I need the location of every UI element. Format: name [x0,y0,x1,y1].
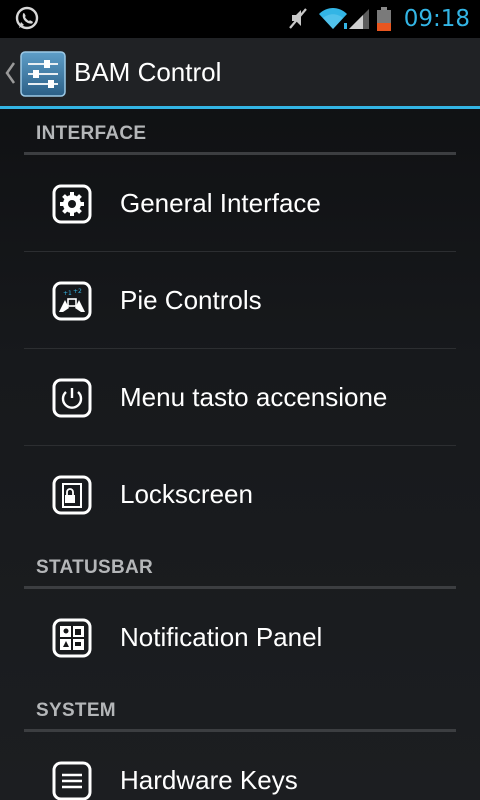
lockscreen-icon [52,475,92,515]
list-item-hardware-keys[interactable]: Hardware Keys [24,732,456,800]
pie-controls-icon: +1 +2 [52,281,92,321]
up-caret-icon[interactable] [4,60,16,86]
battery-icon [376,0,392,38]
svg-text:+1: +1 [63,290,72,297]
whatsapp-notification-icon[interactable] [14,0,40,38]
wifi-icon [318,0,348,38]
status-time: 09:18 [403,6,470,32]
list-item-power-menu[interactable]: Menu tasto accensione [24,349,456,446]
list-item-general-interface[interactable]: General Interface [24,155,456,252]
list-item-lockscreen[interactable]: Lockscreen [24,446,456,543]
list-item-label: General Interface [120,188,321,218]
app-title: BAM Control [74,57,222,87]
section-header-system: SYSTEM [24,686,456,732]
notification-panel-icon [52,618,92,658]
list-item-label: Notification Panel [120,622,323,652]
section-header-statusbar: STATUSBAR [24,543,456,589]
signal-icon [348,0,370,38]
mute-icon [288,0,308,38]
gear-icon [52,184,92,224]
action-bar: BAM Control [0,38,480,109]
section-header-interface: INTERFACE [24,109,456,155]
section-header-label: INTERFACE [36,123,147,144]
svg-text:+2: +2 [73,288,82,295]
section-header-label: STATUSBAR [36,557,154,578]
screen: 09:18 BAM Control INTERFACE General Inte… [0,0,480,800]
power-icon [52,378,92,418]
hardware-keys-icon [52,761,92,800]
section-header-label: SYSTEM [36,700,116,721]
settings-list: INTERFACE General Interface +1 +2 Pie Co… [0,109,480,800]
list-item-label: Pie Controls [120,285,262,315]
status-bar: 09:18 [0,0,480,38]
sliders-icon[interactable] [20,51,66,97]
list-item-notification-panel[interactable]: Notification Panel [24,589,456,686]
list-item-label: Hardware Keys [120,765,298,795]
list-item-label: Lockscreen [120,479,253,509]
list-item-pie-controls[interactable]: +1 +2 Pie Controls [24,252,456,349]
list-item-label: Menu tasto accensione [120,382,388,412]
